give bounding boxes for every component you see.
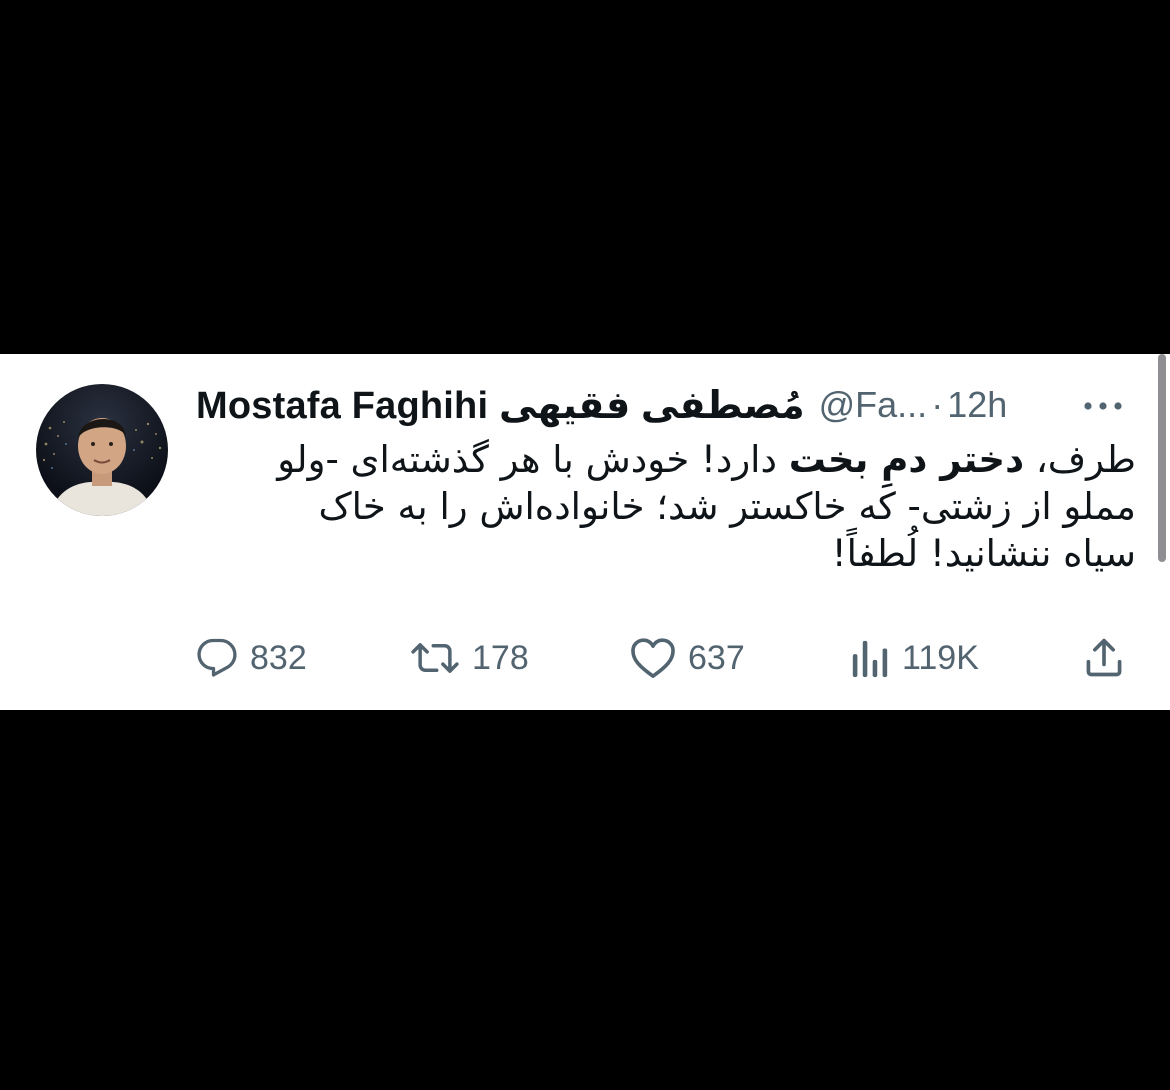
retweet-button[interactable]: 178 <box>410 632 529 684</box>
tweet-card[interactable]: Mostafa Faghihi مُصطفی فقیهی @Fa... · 12… <box>0 354 1170 710</box>
views-count: 119K <box>902 638 979 677</box>
tweet-text-line-3: سیاه ننشانید! لُطفاً! <box>831 532 1136 575</box>
author-handle[interactable]: @Fa... <box>819 384 928 426</box>
tweet-header: Mostafa Faghihi مُصطفی فقیهی @Fa... · 12… <box>196 382 1146 428</box>
tweet-text-bold-segment: دختر دمِ بخت <box>788 438 1025 481</box>
retweet-count: 178 <box>472 638 529 677</box>
reply-bubble-icon <box>196 637 238 679</box>
like-count: 637 <box>688 638 745 677</box>
tweet-text: طرف، دختر دمِ بخت دارد! خودش با هر گذشته… <box>196 436 1136 577</box>
like-button[interactable]: 637 <box>630 632 745 684</box>
share-upload-icon <box>1082 636 1126 680</box>
tweet-text-line-2: مملو از زشتی- که خاکستر شد؛ خانواده‌اش ر… <box>318 485 1136 528</box>
heart-icon <box>630 637 676 679</box>
avatar[interactable] <box>36 384 168 516</box>
retweet-icon <box>410 637 460 679</box>
share-button[interactable] <box>1082 632 1126 684</box>
tweet-timestamp[interactable]: 12h <box>947 384 1007 426</box>
tweet-text-line-1: طرف، دختر دمِ بخت دارد! خودش با هر گذشته… <box>196 436 1136 483</box>
reply-button[interactable]: 832 <box>196 632 307 684</box>
scrollbar[interactable] <box>1158 354 1166 562</box>
more-horizontal-icon[interactable] <box>1078 388 1128 424</box>
views-bars-icon <box>850 637 890 679</box>
separator-dot: · <box>931 384 944 425</box>
tweet-text-segment: طرف، <box>1024 438 1136 481</box>
views-button[interactable]: 119K <box>850 632 979 684</box>
reply-count: 832 <box>250 638 307 677</box>
tweet-text-segment: دارد! خودش با هر گذشته‌ای -ولو <box>277 438 789 481</box>
author-display-name[interactable]: Mostafa Faghihi مُصطفی فقیهی <box>196 383 805 428</box>
tweet-action-bar: 832 178 637 119K <box>196 632 1136 684</box>
